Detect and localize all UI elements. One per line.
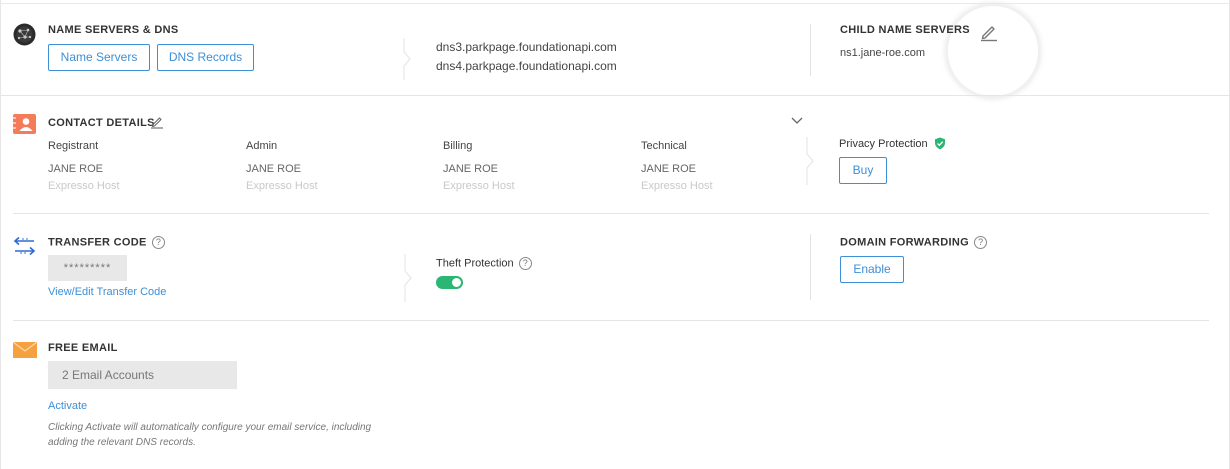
chevron-separator-icon (806, 137, 814, 185)
child-ns-title: CHILD NAME SERVERS (840, 24, 970, 36)
pencil-icon[interactable] (979, 22, 999, 42)
domain-details-page: NAME SERVERS & DNS Name Servers DNS Reco… (0, 0, 1230, 469)
chevron-down-icon[interactable] (789, 114, 805, 126)
transfer-arrows-icon (13, 235, 36, 257)
buy-privacy-button[interactable]: Buy (839, 157, 887, 184)
contact-label-technical: Technical (641, 140, 687, 152)
theft-protection-toggle[interactable] (436, 276, 463, 289)
help-icon[interactable]: ? (151, 236, 165, 249)
nameservers-title: NAME SERVERS & DNS (48, 24, 179, 36)
frame-border-left (0, 0, 1, 469)
globe-icon (13, 23, 36, 46)
name-servers-button[interactable]: Name Servers (48, 44, 150, 71)
contact-card-icon (13, 114, 36, 134)
toggle-knob (452, 278, 461, 287)
vertical-divider (810, 24, 811, 76)
email-title: FREE EMAIL (48, 342, 118, 354)
contact-org-technical: Expresso Host (641, 180, 713, 192)
forwarding-title-text: DOMAIN FORWARDING (840, 236, 969, 249)
contact-pencil-icon[interactable] (150, 115, 164, 129)
contact-name-billing: JANE ROE (443, 163, 499, 175)
shield-icon (934, 137, 946, 150)
help-icon[interactable]: ? (518, 257, 532, 270)
contact-label-billing: Billing (443, 140, 473, 152)
contact-name-registrant: JANE ROE (48, 163, 104, 175)
child-ns-value: ns1.jane-roe.com (840, 47, 925, 59)
transfer-title-text: TRANSFER CODE (48, 236, 147, 249)
privacy-protection-label: Privacy Protection (839, 138, 928, 150)
activate-email-link[interactable]: Activate (48, 400, 87, 412)
frame-border-top (0, 3, 1230, 4)
contact-name-technical: JANE ROE (641, 163, 697, 175)
view-edit-transfer-code-link[interactable]: View/Edit Transfer Code (48, 286, 166, 298)
chevron-separator-icon (403, 38, 411, 80)
enable-forwarding-button[interactable]: Enable (840, 256, 904, 283)
nameserver-2: dns4.parkpage.foundationapi.com (436, 59, 617, 73)
email-note-line-1: Clicking Activate will automatically con… (48, 422, 372, 433)
help-icon[interactable]: ? (974, 236, 988, 249)
section-divider (0, 95, 1230, 96)
section-divider (13, 320, 1209, 321)
forwarding-title: DOMAIN FORWARDING ? (840, 236, 988, 249)
email-accounts-box: 2 Email Accounts (48, 361, 237, 389)
contact-org-registrant: Expresso Host (48, 180, 120, 192)
contact-name-admin: JANE ROE (246, 163, 302, 175)
email-note-line-2: adding the relevant DNS records. (48, 437, 196, 448)
theft-protection-text: Theft Protection (436, 257, 514, 270)
contact-org-billing: Expresso Host (443, 180, 515, 192)
contact-org-admin: Expresso Host (246, 180, 318, 192)
vertical-divider (810, 234, 811, 300)
spotlight-highlight (948, 6, 1038, 96)
nameserver-1: dns3.parkpage.foundationapi.com (436, 40, 617, 54)
theft-protection-label: Theft Protection ? (436, 257, 532, 270)
chevron-separator-icon (404, 254, 412, 302)
section-divider (13, 213, 1209, 214)
dns-records-button[interactable]: DNS Records (157, 44, 254, 71)
contact-label-registrant: Registrant (48, 140, 99, 152)
contact-title: CONTACT DETAILS (48, 117, 155, 129)
envelope-icon (12, 341, 38, 358)
contact-label-admin: Admin (246, 140, 278, 152)
transfer-code-masked: ********* (48, 255, 127, 281)
email-activation-note: Clicking Activate will automatically con… (48, 420, 371, 450)
transfer-title: TRANSFER CODE ? (48, 236, 165, 249)
